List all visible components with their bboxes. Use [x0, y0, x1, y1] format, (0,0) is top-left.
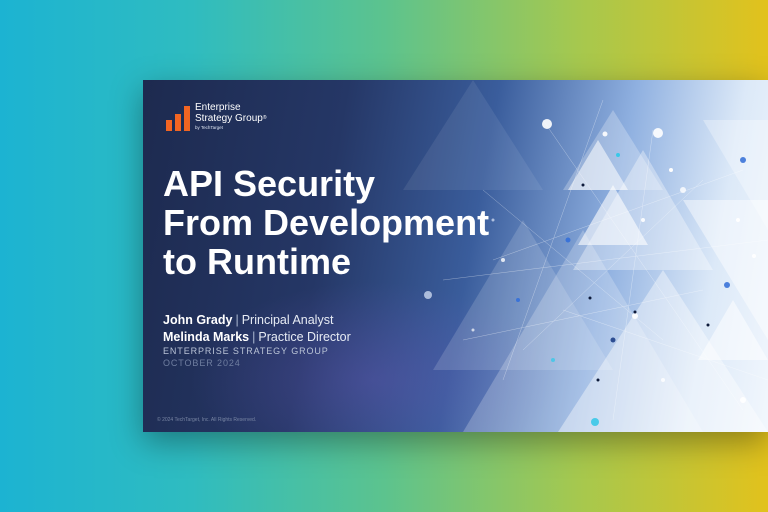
organization-label: ENTERPRISE STRATEGY GROUP [163, 346, 329, 356]
logo-line-2-text: Strategy Group [195, 113, 263, 124]
logo-line-1: Enterprise [195, 102, 241, 113]
logo-wordmark: Enterprise Strategy Group® by TechTarget [195, 102, 267, 131]
cover-slide: Enterprise Strategy Group® by TechTarget… [143, 80, 768, 432]
logo-line-2: Strategy Group® [195, 113, 267, 124]
author-list: John Grady | Principal Analyst Melinda Mar… [163, 312, 351, 346]
logo-byline: by TechTarget [195, 125, 223, 130]
esg-logo: Enterprise Strategy Group® by TechTarget [165, 102, 267, 131]
report-title: API Security From Development to Runtime [163, 164, 583, 281]
author-entry: John Grady | Principal Analyst [163, 312, 351, 329]
registered-mark: ® [262, 115, 267, 121]
title-line-2: From Development [163, 202, 490, 243]
author-role: Principal Analyst [241, 313, 334, 327]
bar-chart-logo-icon [166, 106, 190, 131]
author-name: Melinda Marks [163, 330, 250, 344]
author-role: Practice Director [258, 330, 351, 344]
author-separator: | [252, 330, 256, 344]
author-name: John Grady [163, 313, 233, 327]
author-separator: | [235, 313, 239, 327]
title-line-3: to Runtime [163, 241, 351, 282]
title-line-1: API Security [163, 163, 376, 204]
author-entry: Melinda Marks | Practice Director [163, 329, 351, 346]
publication-date: OCTOBER 2024 [163, 358, 241, 368]
copyright-notice: © 2024 TechTarget, Inc. All Rights Reser… [157, 417, 257, 423]
